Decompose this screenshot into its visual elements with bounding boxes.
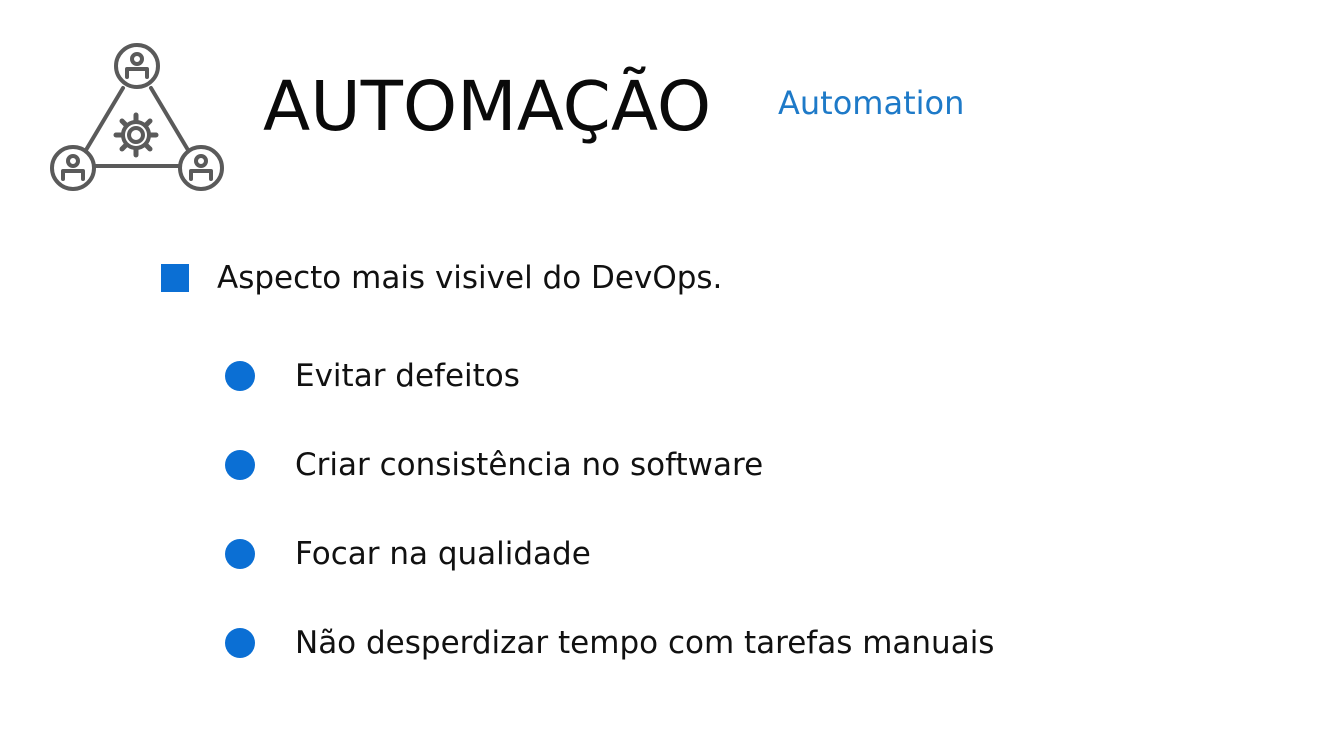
- list-item-text: Focar na qualidade: [295, 536, 591, 572]
- page-subtitle: Automation: [778, 84, 965, 122]
- list-item-text: Evitar defeitos: [295, 358, 520, 394]
- main-bullet-point: Aspecto mais visivel do DevOps.: [161, 258, 722, 298]
- list-item-text: Não desperdizar tempo com tarefas manuai…: [295, 625, 995, 661]
- round-bullet-icon: [225, 361, 255, 391]
- team-automation-gear-icon: [46, 40, 230, 196]
- round-bullet-icon: [225, 539, 255, 569]
- list-item: Não desperdizar tempo com tarefas manuai…: [225, 623, 994, 663]
- square-bullet-icon: [161, 264, 189, 292]
- round-bullet-icon: [225, 450, 255, 480]
- list-item-text: Criar consistência no software: [295, 447, 764, 483]
- main-bullet-text: Aspecto mais visivel do DevOps.: [217, 260, 723, 296]
- page-title: AUTOMAÇÃO: [263, 67, 712, 147]
- list-item: Evitar defeitos: [225, 356, 994, 396]
- round-bullet-icon: [225, 628, 255, 658]
- list-item: Criar consistência no software: [225, 445, 994, 485]
- sub-bullet-list: Evitar defeitos Criar consistência no so…: [225, 356, 994, 712]
- list-item: Focar na qualidade: [225, 534, 994, 574]
